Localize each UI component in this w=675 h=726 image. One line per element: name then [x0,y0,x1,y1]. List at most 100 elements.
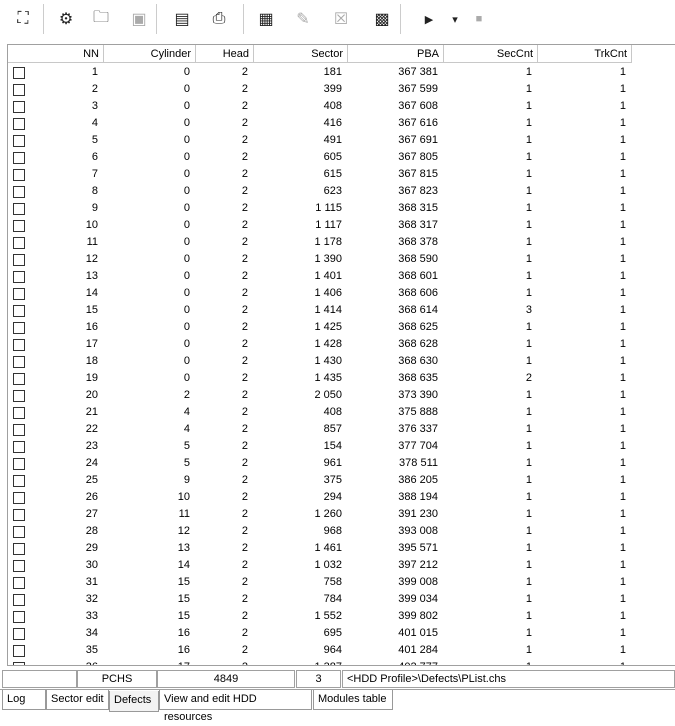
column-header-nn[interactable]: NN [8,45,104,63]
table-row[interactable]: 31 15 2 758 399 008 1 1 [8,574,675,591]
stop-icon[interactable]: ■ [468,8,490,30]
cell-trkcnt: 1 [538,659,630,665]
cell-cylinder: 13 [177,542,190,554]
cell-nn: 27 [85,508,98,520]
cell-head: 2 [241,491,248,503]
table-row[interactable]: 20 2 2 2 050 373 390 1 1 [8,387,675,404]
table-row[interactable]: 16 0 2 1 425 368 625 1 1 [8,319,675,336]
table-row[interactable]: 30 14 2 1 032 397 212 1 1 [8,557,675,574]
table-row[interactable]: 19 0 2 1 435 368 635 2 1 [8,370,675,387]
table-row[interactable]: 11 0 2 1 178 368 378 1 1 [8,234,675,251]
cell-nn: 14 [85,287,98,299]
info-report-icon[interactable]: ▤ [171,8,193,30]
table-row[interactable]: 29 13 2 1 461 395 571 1 1 [8,540,675,557]
cell-head: 2 [241,253,248,265]
table-row[interactable]: 34 16 2 695 401 015 1 1 [8,625,675,642]
table-row[interactable]: 8 0 2 623 367 823 1 1 [8,183,675,200]
cell-cylinder: 15 [177,610,190,622]
table-row[interactable]: 27 11 2 1 260 391 230 1 1 [8,506,675,523]
table-row[interactable]: 24 5 2 961 378 511 1 1 [8,455,675,472]
cell-cylinder: 0 [183,253,190,265]
table-row[interactable]: 7 0 2 615 367 815 1 1 [8,166,675,183]
column-header-cylinder[interactable]: Cylinder [104,45,196,63]
table-row[interactable]: 13 0 2 1 401 368 601 1 1 [8,268,675,285]
cell-cylinder: 0 [183,117,190,129]
table-row[interactable]: 14 0 2 1 406 368 606 1 1 [8,285,675,302]
hdd-icon[interactable]: ▩ [371,8,393,30]
table-row[interactable]: 33 15 2 1 552 399 802 1 1 [8,608,675,625]
table-row[interactable]: 10 0 2 1 117 368 317 1 1 [8,217,675,234]
cell-sector: 1 406 [314,287,342,299]
table-row[interactable]: 3 0 2 408 367 608 1 1 [8,98,675,115]
table-row[interactable]: 15 0 2 1 414 368 614 3 1 [8,302,675,319]
table-row[interactable]: 25 9 2 375 386 205 1 1 [8,472,675,489]
cell-cylinder: 0 [183,83,190,95]
table-row[interactable]: 1 0 2 181 367 381 1 1 [8,64,675,81]
column-header-pba[interactable]: PBA [348,45,444,63]
cell-sector: 1 260 [314,508,342,520]
cell-nn: 30 [85,559,98,571]
cell-pba: 368 601 [398,270,438,282]
cell-trkcnt: 1 [619,593,626,605]
cell-trkcnt: 1 [619,100,626,112]
cell-cylinder: 0 [183,270,190,282]
cell-trkcnt: 1 [619,525,626,537]
import-list-icon[interactable]: ▦ [255,8,277,30]
cell-sector: 1 428 [314,338,342,350]
cell-pba: 368 628 [398,338,438,350]
cell-sector: 784 [323,593,342,605]
cell-nn: 19 [85,372,98,384]
table-row[interactable]: 361721 387402 77711 [8,659,675,665]
edit-list-icon[interactable]: ✎ [292,8,314,30]
cell-pba: 401 015 [398,627,438,639]
table-row[interactable]: 12 0 2 1 390 368 590 1 1 [8,251,675,268]
cell-nn: 28 [85,525,98,537]
cell-trkcnt: 1 [619,253,626,265]
column-header-sector[interactable]: Sector [254,45,348,63]
tab-defects[interactable]: Defects [109,691,159,712]
table-row[interactable]: 28 12 2 968 393 008 1 1 [8,523,675,540]
delete-list-icon[interactable]: ☒ [330,8,352,30]
cell-seccnt: 1 [525,338,532,350]
column-header-seccnt[interactable]: SecCnt [444,45,538,63]
cell-nn: 9 [91,202,98,214]
table-row[interactable]: 22 4 2 857 376 337 1 1 [8,421,675,438]
cell-nn: 36 [8,659,102,665]
print-icon[interactable]: ⎙ [208,8,230,30]
table-row[interactable]: 18 0 2 1 430 368 630 1 1 [8,353,675,370]
tab-hdd-resources[interactable]: View and edit HDD resources [159,690,312,723]
cell-trkcnt: 1 [619,236,626,248]
tab-sector-edit[interactable]: Sector edit [46,690,109,710]
cell-pba: 367 805 [398,151,438,163]
close-profile-icon[interactable]: ⛶ [12,8,34,30]
column-header-head[interactable]: Head [196,45,254,63]
play-icon[interactable]: ▶ [418,8,440,30]
table-row[interactable]: 17 0 2 1 428 368 628 1 1 [8,336,675,353]
open-folder-icon[interactable]: 🗀 [90,8,112,30]
save-icon[interactable]: ▣ [128,8,150,30]
cell-seccnt: 1 [525,321,532,333]
cell-seccnt: 1 [525,134,532,146]
cell-pba: 393 008 [398,525,438,537]
cell-seccnt: 1 [525,406,532,418]
table-row[interactable]: 26 10 2 294 388 194 1 1 [8,489,675,506]
open-profile-icon[interactable]: ⚙ [55,8,77,30]
table-row[interactable]: 23 5 2 154 377 704 1 1 [8,438,675,455]
table-row[interactable]: 35 16 2 964 401 284 1 1 [8,642,675,659]
cell-pba: 377 704 [398,440,438,452]
column-header-trkcnt[interactable]: TrkCnt [538,45,632,63]
dropdown-icon[interactable]: ▾ [444,8,466,30]
table-row[interactable]: 5 0 2 491 367 691 1 1 [8,132,675,149]
table-row[interactable]: 32 15 2 784 399 034 1 1 [8,591,675,608]
tab-modules-table[interactable]: Modules table [313,690,393,710]
cell-pba: 367 616 [398,117,438,129]
table-row[interactable]: 4 0 2 416 367 616 1 1 [8,115,675,132]
table-row[interactable]: 6 0 2 605 367 805 1 1 [8,149,675,166]
cell-nn: 25 [85,474,98,486]
cell-seccnt: 1 [525,508,532,520]
table-row[interactable]: 2 0 2 399 367 599 1 1 [8,81,675,98]
cell-cylinder: 0 [183,219,190,231]
table-row[interactable]: 9 0 2 1 115 368 315 1 1 [8,200,675,217]
table-row[interactable]: 21 4 2 408 375 888 1 1 [8,404,675,421]
tab-log[interactable]: Log [2,690,46,710]
